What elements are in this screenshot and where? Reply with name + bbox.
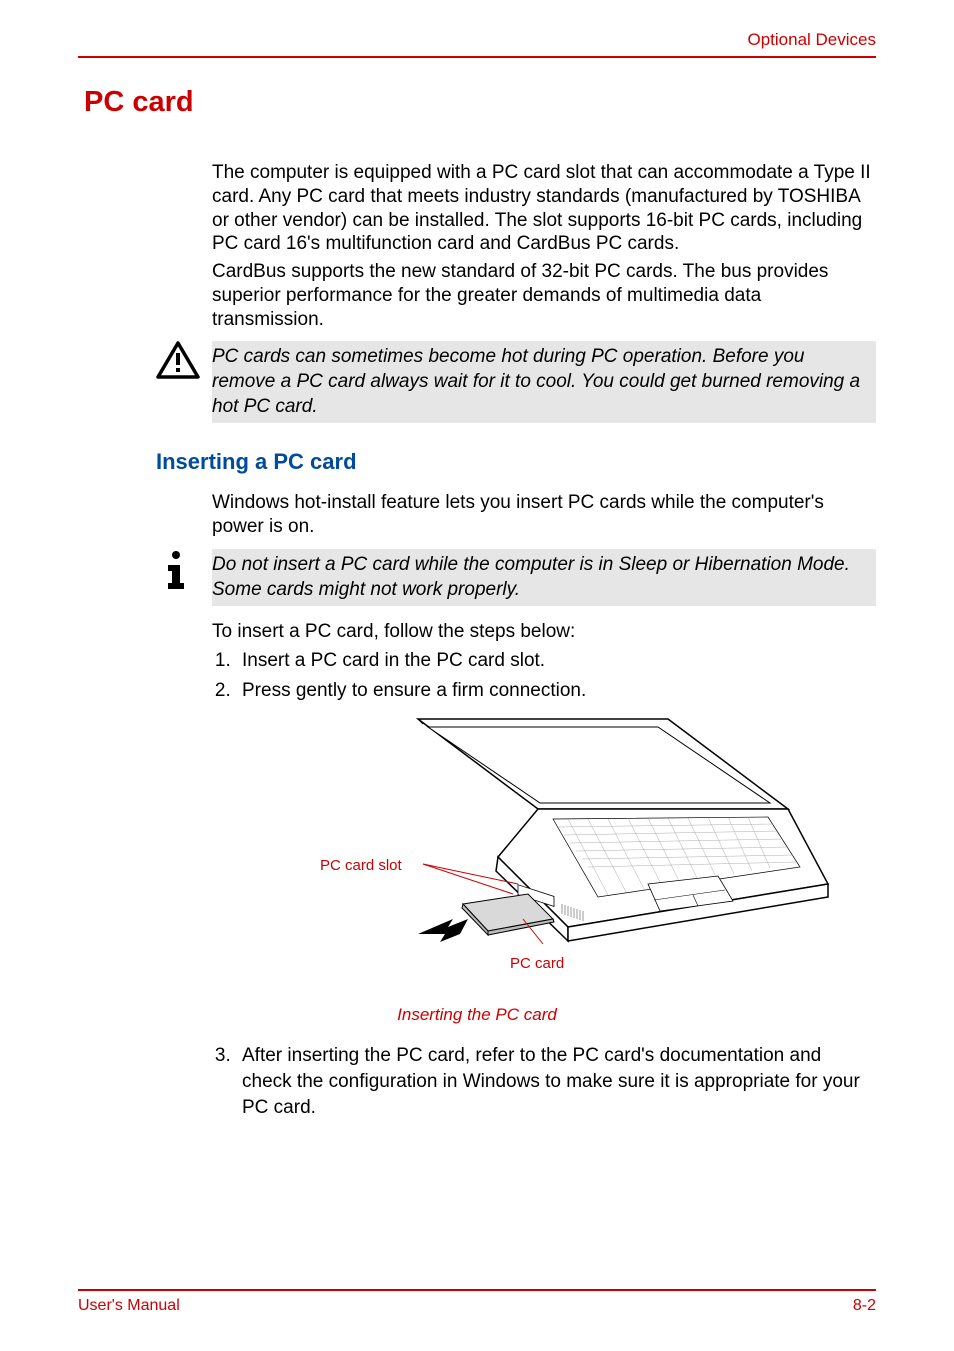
step-1: Insert a PC card in the PC card slot.: [236, 648, 876, 674]
intro-paragraphs: The computer is equipped with a PC card …: [212, 161, 876, 331]
insert-intro: Windows hot-install feature lets you ins…: [212, 491, 876, 539]
warning-text: PC cards can sometimes become hot during…: [212, 341, 876, 423]
footer-manual-label: User's Manual: [78, 1297, 180, 1315]
insert-follow: To insert a PC card, follow the steps be…: [212, 620, 876, 644]
laptop-illustration: [368, 709, 838, 989]
header-rule: [78, 56, 876, 58]
figure-caption: Inserting the PC card: [78, 1005, 876, 1025]
insert-intro-para: Windows hot-install feature lets you ins…: [212, 491, 876, 539]
steps-list: Insert a PC card in the PC card slot. Pr…: [212, 648, 876, 703]
figure: PC card slot PC card: [78, 717, 876, 997]
sub-heading: Inserting a PC card: [156, 449, 876, 475]
warning-callout: PC cards can sometimes become hot during…: [78, 341, 876, 423]
info-icon: [156, 549, 206, 596]
page-title: PC card: [84, 86, 876, 119]
info-callout: Do not insert a PC card while the comput…: [78, 549, 876, 606]
steps-list-cont: After inserting the PC card, refer to th…: [212, 1043, 876, 1120]
intro-para-2: CardBus supports the new standard of 32-…: [212, 260, 876, 331]
header-section-label: Optional Devices: [747, 30, 876, 50]
info-text: Do not insert a PC card while the comput…: [212, 549, 876, 606]
step-3: After inserting the PC card, refer to th…: [236, 1043, 876, 1120]
step-2: Press gently to ensure a firm connection…: [236, 678, 876, 704]
insert-follow-para: To insert a PC card, follow the steps be…: [212, 620, 876, 644]
footer-rule: [78, 1289, 876, 1291]
warning-icon: [156, 341, 206, 386]
footer-page-number: 8-2: [853, 1297, 876, 1315]
intro-para-1: The computer is equipped with a PC card …: [212, 161, 876, 256]
